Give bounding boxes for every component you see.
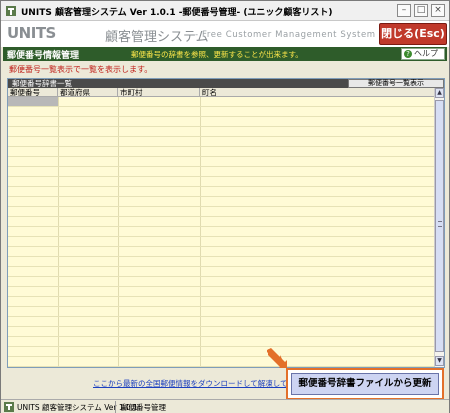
app-window: UNITS 顧客管理システム Ver 1.0.1 -郵便番号管理- (ユニック顧…	[0, 0, 450, 413]
table-row[interactable]	[8, 107, 434, 117]
list-header: 郵便番号辞書一覧 郵便番号一覧表示	[8, 79, 444, 88]
table-row[interactable]	[8, 277, 434, 287]
update-button-highlight: 郵便番号辞書ファイルから更新	[286, 368, 444, 400]
system-subtitle: - Free Customer Management System -	[195, 30, 383, 40]
pointer-arrow-icon	[267, 348, 287, 368]
table-row[interactable]	[8, 217, 434, 227]
column-header-city[interactable]: 市町村	[118, 88, 200, 97]
status-divider	[115, 401, 116, 413]
status-message: 郵便番号一覧表示で一覧を表示します。	[9, 65, 153, 74]
table-row[interactable]	[8, 267, 434, 277]
table-row[interactable]	[8, 257, 434, 267]
selected-cell	[8, 97, 58, 106]
table-row[interactable]	[8, 157, 434, 167]
list-body[interactable]	[8, 97, 434, 367]
table-row[interactable]	[8, 287, 434, 297]
table-row[interactable]	[8, 117, 434, 127]
table-row[interactable]	[8, 227, 434, 237]
status-app-name: UNITS 顧客管理システム Ver 1.0.1	[17, 403, 138, 412]
table-row[interactable]	[8, 347, 434, 357]
app-status-icon	[4, 402, 14, 412]
window-title: UNITS 顧客管理システム Ver 1.0.1 -郵便番号管理- (ユニック顧…	[21, 8, 333, 18]
show-list-button[interactable]: 郵便番号一覧表示	[348, 79, 444, 88]
table-row[interactable]	[8, 127, 434, 137]
column-header-zip[interactable]: 郵便番号	[8, 88, 58, 97]
update-from-dictionary-button[interactable]: 郵便番号辞書ファイルから更新	[291, 373, 439, 395]
help-label: ヘルプ	[414, 49, 438, 58]
table-row[interactable]	[8, 327, 434, 337]
column-header-prefecture[interactable]: 都道府県	[58, 88, 118, 97]
list-title: 郵便番号辞書一覧	[12, 79, 72, 88]
table-row[interactable]	[8, 207, 434, 217]
brand-name: UNITS	[7, 24, 56, 42]
table-row[interactable]	[8, 167, 434, 177]
app-icon	[6, 6, 16, 16]
minimize-button[interactable]: –	[397, 4, 411, 17]
section-description: 郵便番号の辞書を参照、更新することが出来ます。	[131, 50, 303, 59]
vertical-scrollbar[interactable]: ▲ ▼	[434, 88, 444, 367]
zip-list-panel: 郵便番号辞書一覧 郵便番号一覧表示 郵便番号 都道府県 市町村 町名 ▲ ▼	[7, 78, 445, 368]
table-row[interactable]	[8, 297, 434, 307]
app-header: UNITS 顧客管理システム - Free Customer Managemen…	[1, 21, 449, 47]
system-name: 顧客管理システム	[105, 30, 209, 45]
table-row[interactable]	[8, 97, 434, 107]
column-headers: 郵便番号 都道府県 市町村 町名	[8, 88, 434, 97]
table-row[interactable]	[8, 247, 434, 257]
table-row[interactable]	[8, 307, 434, 317]
scroll-thumb[interactable]	[435, 100, 444, 352]
column-header-town[interactable]: 町名	[200, 88, 434, 97]
title-bar: UNITS 顧客管理システム Ver 1.0.1 -郵便番号管理- (ユニック顧…	[1, 1, 449, 21]
table-row[interactable]	[8, 187, 434, 197]
scroll-up-icon[interactable]: ▲	[435, 88, 444, 98]
table-row[interactable]	[8, 237, 434, 247]
section-title: 郵便番号情報管理	[7, 51, 80, 61]
close-app-button[interactable]: 閉じる(Esc)	[379, 23, 447, 45]
status-screen-name: 郵便番号管理	[121, 403, 166, 412]
table-row[interactable]	[8, 197, 434, 207]
status-bar: UNITS 顧客管理システム Ver 1.0.1 郵便番号管理	[1, 399, 449, 413]
scroll-down-icon[interactable]: ▼	[435, 356, 444, 366]
section-bar: 郵便番号情報管理 郵便番号の辞書を参照、更新することが出来ます。 ? ヘルプ	[3, 47, 447, 61]
table-row[interactable]	[8, 337, 434, 347]
table-row[interactable]	[8, 137, 434, 147]
table-row[interactable]	[8, 177, 434, 187]
maximize-button[interactable]: □	[414, 4, 428, 17]
help-button[interactable]: ? ヘルプ	[401, 48, 445, 60]
table-row[interactable]	[8, 317, 434, 327]
table-row[interactable]	[8, 147, 434, 157]
window-close-button[interactable]: ×	[431, 4, 445, 17]
help-icon: ?	[404, 49, 412, 58]
table-row[interactable]	[8, 357, 434, 367]
